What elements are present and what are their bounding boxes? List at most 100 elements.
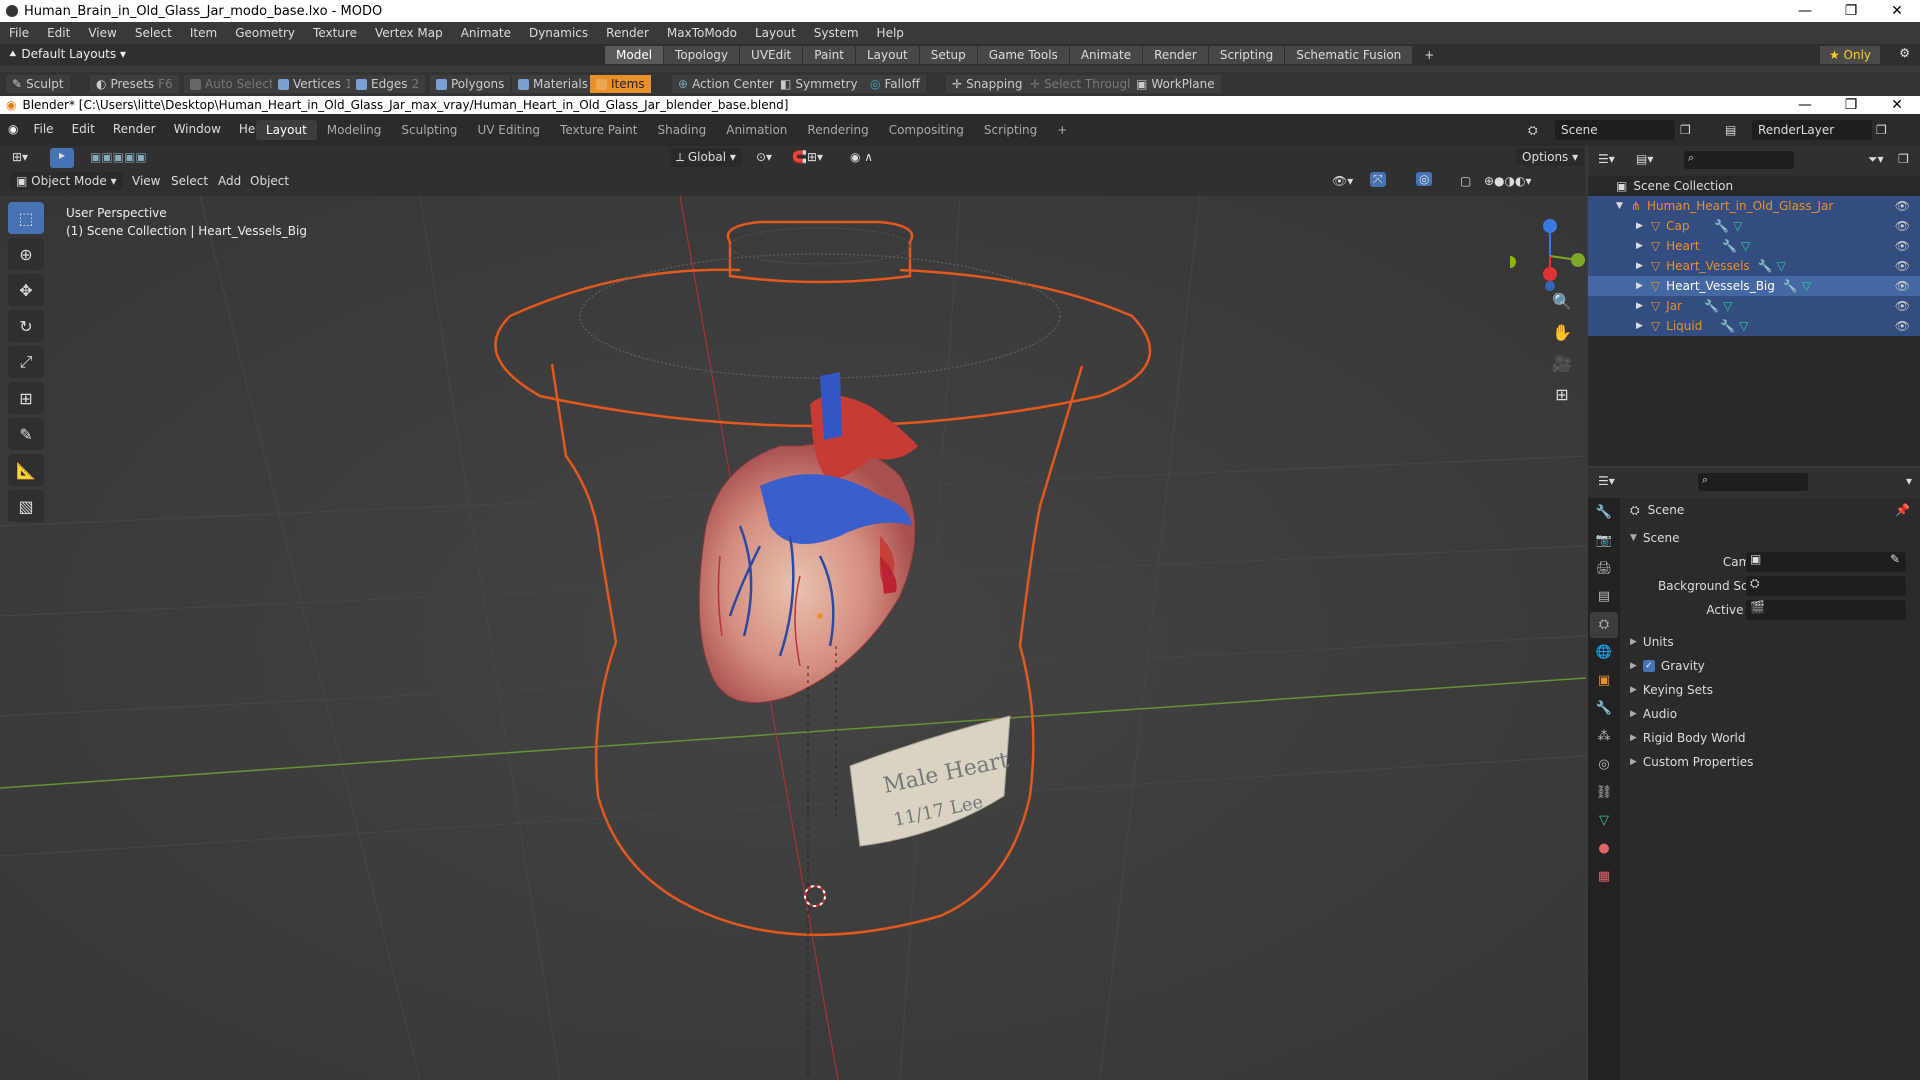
menu-maxtomodo[interactable]: MaxToModo [658, 26, 746, 40]
menu-file[interactable]: File [0, 26, 38, 40]
outliner-editor-icon[interactable]: ☰▾ [1598, 152, 1615, 166]
expand-icon[interactable]: ▶ [1636, 281, 1643, 291]
bl-menu-window[interactable]: Window [165, 122, 230, 136]
outliner-root-row[interactable]: ▣ Scene Collection [1588, 176, 1920, 196]
eye-icon[interactable]: 👁 [1895, 199, 1910, 213]
gear-icon[interactable]: ⚙ [1899, 46, 1910, 60]
menu-view[interactable]: View [79, 26, 125, 40]
orientation-dropdown[interactable]: ⟂ Global ▾ [670, 148, 742, 167]
ws-modeling[interactable]: Modeling [317, 120, 392, 140]
view-menu[interactable]: View [132, 174, 160, 188]
menu-help[interactable]: Help [868, 26, 913, 40]
rigid-body-world-section[interactable]: ▶ Rigid Body World [1620, 726, 1920, 750]
outliner-item-heart[interactable]: ▶ ▽ Heart 🔧 ▽ 👁 [1588, 236, 1920, 256]
display-mode-icon[interactable]: ▤▾ [1636, 152, 1653, 166]
polygons-button[interactable]: Polygons [430, 75, 511, 93]
add-tab-icon[interactable]: + [1413, 46, 1445, 64]
sculpt-button[interactable]: ✎ Sculpt [6, 75, 70, 93]
menu-select[interactable]: Select [126, 26, 181, 40]
particles-tab-icon[interactable]: ⁂ [1590, 724, 1618, 750]
scene-icon[interactable]: ⛭ [1528, 123, 1538, 138]
tab-model[interactable]: Model [605, 46, 664, 64]
view-layer-tab-icon[interactable]: ▤ [1590, 584, 1618, 610]
presets-button[interactable]: ◐ Presets F6 [90, 75, 179, 93]
falloff-button[interactable]: ◎ Falloff [864, 75, 926, 93]
ws-rendering[interactable]: Rendering [797, 120, 878, 140]
pivot-icon[interactable]: ⊙▾ [756, 150, 772, 164]
outliner-search-input[interactable]: ⌕ [1684, 151, 1794, 169]
ws-compositing[interactable]: Compositing [879, 120, 974, 140]
expand-icon[interactable]: ▼ [1616, 201, 1623, 211]
new-viewlayer-icon[interactable]: ❐ [1876, 123, 1887, 137]
editor-type-icon[interactable]: ⊞▾ [12, 150, 28, 164]
auto-select-button[interactable]: Auto Select [184, 75, 280, 93]
blender-restore-icon[interactable]: ❐ [1828, 97, 1874, 113]
blender-minimize-icon[interactable]: — [1782, 97, 1828, 113]
menu-animate[interactable]: Animate [452, 26, 520, 40]
viewlayer-icon[interactable]: ▤ [1725, 123, 1736, 137]
menu-dynamics[interactable]: Dynamics [520, 26, 597, 40]
only-button[interactable]: ★ Only [1820, 46, 1880, 64]
workplane-button[interactable]: ▣ WorkPlane [1130, 75, 1221, 93]
vertices-button[interactable]: Vertices 1 [272, 75, 359, 93]
scene-panel-header[interactable]: ▼ Scene [1620, 526, 1920, 550]
blender-logo-icon[interactable]: ◉ [8, 122, 18, 136]
bl-menu-file[interactable]: File [24, 122, 62, 136]
render-tab-icon[interactable]: 📷 [1590, 528, 1618, 554]
pan-hand-icon[interactable]: ✋ [1548, 319, 1576, 347]
bl-menu-render[interactable]: Render [104, 122, 165, 136]
material-tab-icon[interactable]: ● [1590, 836, 1618, 862]
units-section[interactable]: ▶ Units [1620, 630, 1920, 654]
tab-topology[interactable]: Topology [664, 46, 740, 64]
select-box-icon[interactable]: ▸ [50, 148, 74, 168]
ws-layout[interactable]: Layout [256, 120, 317, 140]
constraints-tab-icon[interactable]: ⛓ [1590, 780, 1618, 806]
audio-section[interactable]: ▶ Audio [1620, 702, 1920, 726]
outliner-item-liquid[interactable]: ▶ ▽ Liquid 🔧 ▽ 👁 [1588, 316, 1920, 336]
keying-sets-section[interactable]: ▶ Keying Sets [1620, 678, 1920, 702]
overlay-icon[interactable]: ◎ [1416, 172, 1433, 186]
tool-tab-icon[interactable]: 🔧 [1590, 500, 1618, 526]
tab-animate[interactable]: Animate [1069, 46, 1143, 64]
ws-animation[interactable]: Animation [716, 120, 797, 140]
eye-icon[interactable]: 👁 [1895, 279, 1910, 293]
menu-geometry[interactable]: Geometry [226, 26, 304, 40]
tab-setup[interactable]: Setup [919, 46, 977, 64]
visibility-icon[interactable]: 👁▾ [1332, 174, 1353, 188]
snap-icon[interactable]: 🧲⊞▾ [792, 150, 823, 164]
zoom-icon[interactable]: 🔍 [1548, 288, 1576, 316]
expand-icon[interactable]: ▶ [1636, 321, 1643, 331]
properties-editor-icon[interactable]: ☰▾ [1598, 474, 1615, 488]
measure-tool-icon[interactable]: 📐 [8, 454, 44, 486]
menu-item[interactable]: Item [181, 26, 226, 40]
add-cube-tool-icon[interactable]: ▧ [8, 490, 44, 522]
xray-icon[interactable]: ▢ [1460, 174, 1471, 188]
minimize-icon[interactable]: — [1782, 3, 1828, 19]
tab-layout[interactable]: Layout [855, 46, 919, 64]
select-through-button[interactable]: ✛ Select Through [1024, 75, 1141, 93]
cursor-tool-icon[interactable]: ⊕ [8, 238, 44, 270]
texture-tab-icon[interactable]: ▦ [1590, 864, 1618, 890]
physics-tab-icon[interactable]: ◎ [1590, 752, 1618, 778]
move-tool-icon[interactable]: ✥ [8, 274, 44, 306]
properties-options-icon[interactable]: ▾ [1906, 474, 1912, 488]
outliner-item-heart-vessels-big[interactable]: ▶ ▽ Heart_Vessels_Big 🔧 ▽ 👁 [1588, 276, 1920, 296]
object-menu[interactable]: Object [250, 174, 289, 188]
menu-render[interactable]: Render [597, 26, 658, 40]
tab-render[interactable]: Render [1143, 46, 1208, 64]
layouts-dropdown[interactable]: ⯅ Default Layouts ▾ [8, 47, 126, 62]
eye-icon[interactable]: 👁 [1895, 219, 1910, 233]
data-tab-icon[interactable]: ▽ [1590, 808, 1618, 834]
menu-layout[interactable]: Layout [746, 26, 805, 40]
outliner-collection-row[interactable]: ▼ ⋔ Human_Heart_in_Old_Glass_Jar 👁 [1588, 196, 1920, 216]
materials-button[interactable]: Materials [512, 75, 595, 93]
menu-texture[interactable]: Texture [304, 26, 366, 40]
active-clip-field[interactable]: 🎬 [1746, 600, 1906, 620]
menu-system[interactable]: System [805, 26, 868, 40]
new-collection-icon[interactable]: ❐ [1898, 152, 1909, 166]
select-tool-icon[interactable]: ⬚ [8, 202, 44, 234]
rotate-tool-icon[interactable]: ↻ [8, 310, 44, 342]
new-scene-icon[interactable]: ❐ [1680, 123, 1691, 137]
close-icon[interactable]: ✕ [1874, 3, 1920, 19]
object-mode-dropdown[interactable]: ▣ Object Mode ▾ [10, 172, 123, 190]
